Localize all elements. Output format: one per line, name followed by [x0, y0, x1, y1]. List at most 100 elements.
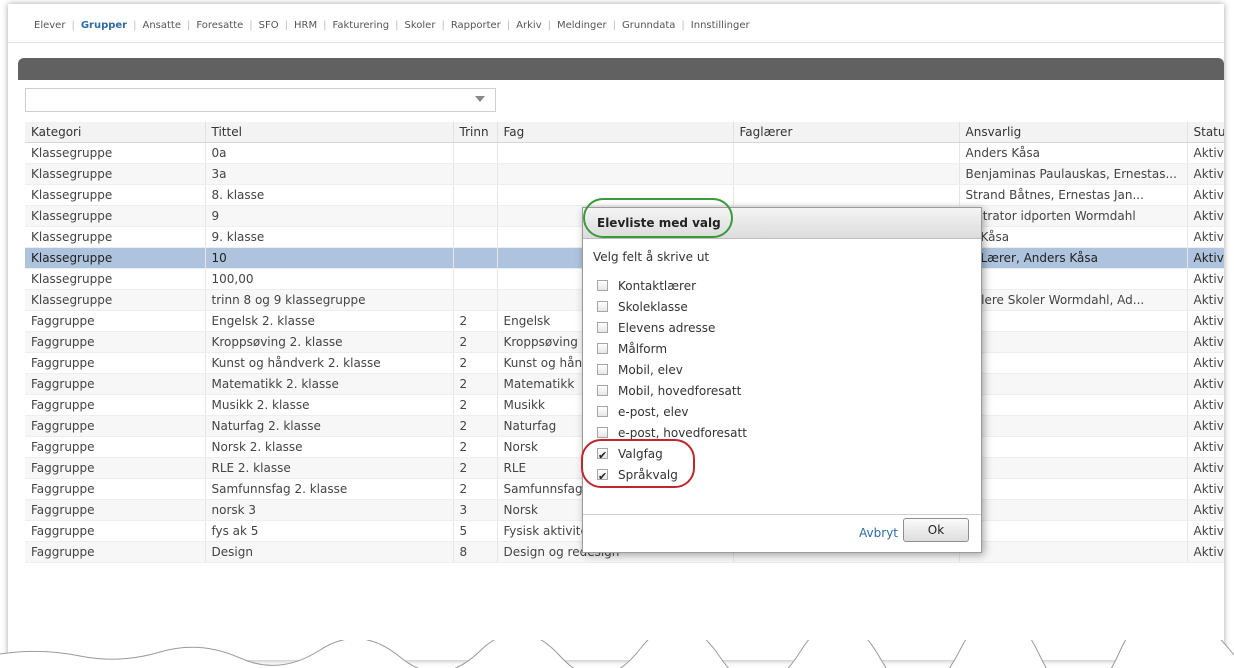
- nav-item-elever[interactable]: Elever: [34, 20, 65, 31]
- table-cell: 2: [453, 373, 498, 395]
- dialog-title: Elevliste med valg: [597, 216, 721, 230]
- table-cell: r Flere Skoler Wormdahl, Ad...: [959, 289, 1188, 311]
- field-option[interactable]: Målform: [597, 339, 747, 360]
- table-cell: Faggruppe: [25, 436, 206, 458]
- column-header[interactable]: Status: [1187, 122, 1224, 143]
- table-cell: Faggruppe: [25, 310, 206, 332]
- field-option-label: Målform: [618, 342, 668, 356]
- table-cell: [959, 331, 1188, 353]
- column-header[interactable]: Fag: [497, 122, 734, 143]
- chevron-down-icon[interactable]: [475, 96, 485, 102]
- table-cell: rs Kåsa: [959, 226, 1188, 248]
- table-cell: Aktiv: [1187, 457, 1224, 479]
- checkbox[interactable]: [597, 427, 608, 438]
- field-option-label: e-post, hovedforesatt: [618, 426, 747, 440]
- table-cell: Matematikk 2. klasse: [205, 373, 454, 395]
- field-option[interactable]: Valgfag: [597, 444, 747, 466]
- field-option[interactable]: Mobil, hovedforesatt: [597, 381, 747, 402]
- nav-item-innstillinger[interactable]: Innstillinger: [691, 20, 750, 31]
- table-cell: Aktiv: [1187, 310, 1224, 332]
- nav-item-sfo[interactable]: SFO: [259, 20, 279, 31]
- column-header[interactable]: Kategori: [25, 122, 206, 143]
- field-option[interactable]: Mobil, elev: [597, 360, 747, 381]
- nav-item-meldinger[interactable]: Meldinger: [557, 20, 607, 31]
- category-filter-dropdown[interactable]: [25, 88, 496, 112]
- table-row[interactable]: Klassegruppe 8. klasse Strand Båtnes, Erne…: [25, 184, 1224, 206]
- table-cell: [453, 289, 498, 311]
- field-option-label: Elevens adresse: [618, 321, 716, 335]
- table-cell: Faggruppe: [25, 394, 206, 416]
- table-cell: [959, 394, 1188, 416]
- table-cell: [497, 142, 734, 164]
- nav-item-foresatte[interactable]: Foresatte: [196, 20, 243, 31]
- nav-item-rapporter[interactable]: Rapporter: [451, 20, 501, 31]
- table-cell: [453, 163, 498, 185]
- table-cell: Kunst og håndverk 2. klasse: [205, 352, 454, 374]
- table-cell: 2: [453, 331, 498, 353]
- table-row[interactable]: Klassegruppe 3a Benjaminas Paulauskas, Ern…: [25, 163, 1224, 185]
- table-cell: Aktiv: [1187, 394, 1224, 416]
- checkbox[interactable]: [597, 406, 608, 417]
- column-header[interactable]: Faglærer: [733, 122, 960, 143]
- table-cell: norsk 3: [205, 499, 454, 521]
- field-option[interactable]: Elevens adresse: [597, 318, 747, 339]
- table-cell: Faggruppe: [25, 457, 206, 479]
- nav-separator: |: [506, 20, 511, 31]
- column-header[interactable]: Tittel: [205, 122, 454, 143]
- table-cell: 100,00: [205, 268, 454, 290]
- field-option[interactable]: e-post, elev: [597, 402, 747, 423]
- table-cell: [959, 478, 1188, 500]
- top-navigation: Elever | Grupper | Ansatte | Foresatte | SFO | HRM…: [8, 4, 1224, 43]
- ok-button[interactable]: Ok: [903, 518, 969, 542]
- panel-header-bar: [18, 58, 1224, 80]
- table-cell: Aktiv: [1187, 142, 1224, 164]
- checkbox[interactable]: [597, 445, 608, 466]
- table-cell: [959, 520, 1188, 542]
- table-cell: Aktiv: [1187, 415, 1224, 437]
- nav-item-arkiv[interactable]: Arkiv: [516, 20, 541, 31]
- table-row[interactable]: Klassegruppe 0a Anders Kåsa Aktiv: [25, 142, 1224, 164]
- checkbox[interactable]: [597, 322, 608, 333]
- table-cell: [959, 310, 1188, 332]
- table-cell: Engelsk 2. klasse: [205, 310, 454, 332]
- field-option-label: Mobil, hovedforesatt: [618, 384, 742, 398]
- nav-item-hrm[interactable]: HRM: [294, 20, 317, 31]
- table-cell: Faggruppe: [25, 352, 206, 374]
- table-cell: Faggruppe: [25, 373, 206, 395]
- table-cell: Aktiv: [1187, 226, 1224, 248]
- table-cell: Klassegruppe: [25, 289, 206, 311]
- nav-item-skoler[interactable]: Skoler: [405, 20, 436, 31]
- checkbox[interactable]: [597, 385, 608, 396]
- field-option[interactable]: Språkvalg: [597, 465, 747, 487]
- dialog-title-bar[interactable]: Elevliste med valg: [583, 208, 981, 239]
- column-header[interactable]: Ansvarlig: [959, 122, 1188, 143]
- field-options-list: Kontaktlærer Skoleklasse Elevens adresse Må…: [597, 276, 747, 487]
- nav-item-grupper[interactable]: Grupper: [81, 20, 127, 31]
- nav-item-ansatte[interactable]: Ansatte: [142, 20, 181, 31]
- table-cell: Klassegruppe: [25, 205, 206, 227]
- table-cell: Klassegruppe: [25, 184, 206, 206]
- checkbox[interactable]: [597, 301, 608, 312]
- cancel-link[interactable]: Avbryt: [859, 526, 898, 540]
- checkbox[interactable]: [597, 364, 608, 375]
- table-cell: Aktiv: [1187, 247, 1224, 269]
- table-cell: Klassegruppe: [25, 268, 206, 290]
- field-option-label: Valgfag: [618, 447, 663, 461]
- table-cell: [453, 184, 498, 206]
- field-option[interactable]: e-post, hovedforesatt: [597, 423, 747, 444]
- nav-item-fakturering[interactable]: Fakturering: [332, 20, 389, 31]
- table-cell: 2: [453, 394, 498, 416]
- checkbox[interactable]: [597, 343, 608, 354]
- checkbox[interactable]: [597, 466, 608, 487]
- nav-item-grunndata[interactable]: Grunndata: [622, 20, 675, 31]
- field-option[interactable]: Kontaktlærer: [597, 276, 747, 297]
- checkbox[interactable]: [597, 280, 608, 291]
- table-cell: Anders Kåsa: [959, 142, 1188, 164]
- field-option[interactable]: Skoleklasse: [597, 297, 747, 318]
- table-cell: [453, 142, 498, 164]
- column-header[interactable]: Trinn: [453, 122, 498, 143]
- table-cell: 2: [453, 478, 498, 500]
- table-cell: [733, 184, 960, 206]
- torn-edge-decoration: [0, 640, 1234, 668]
- top-nav-items: Elever | Grupper | Ansatte | Foresatte | SFO | HRM…: [34, 20, 750, 31]
